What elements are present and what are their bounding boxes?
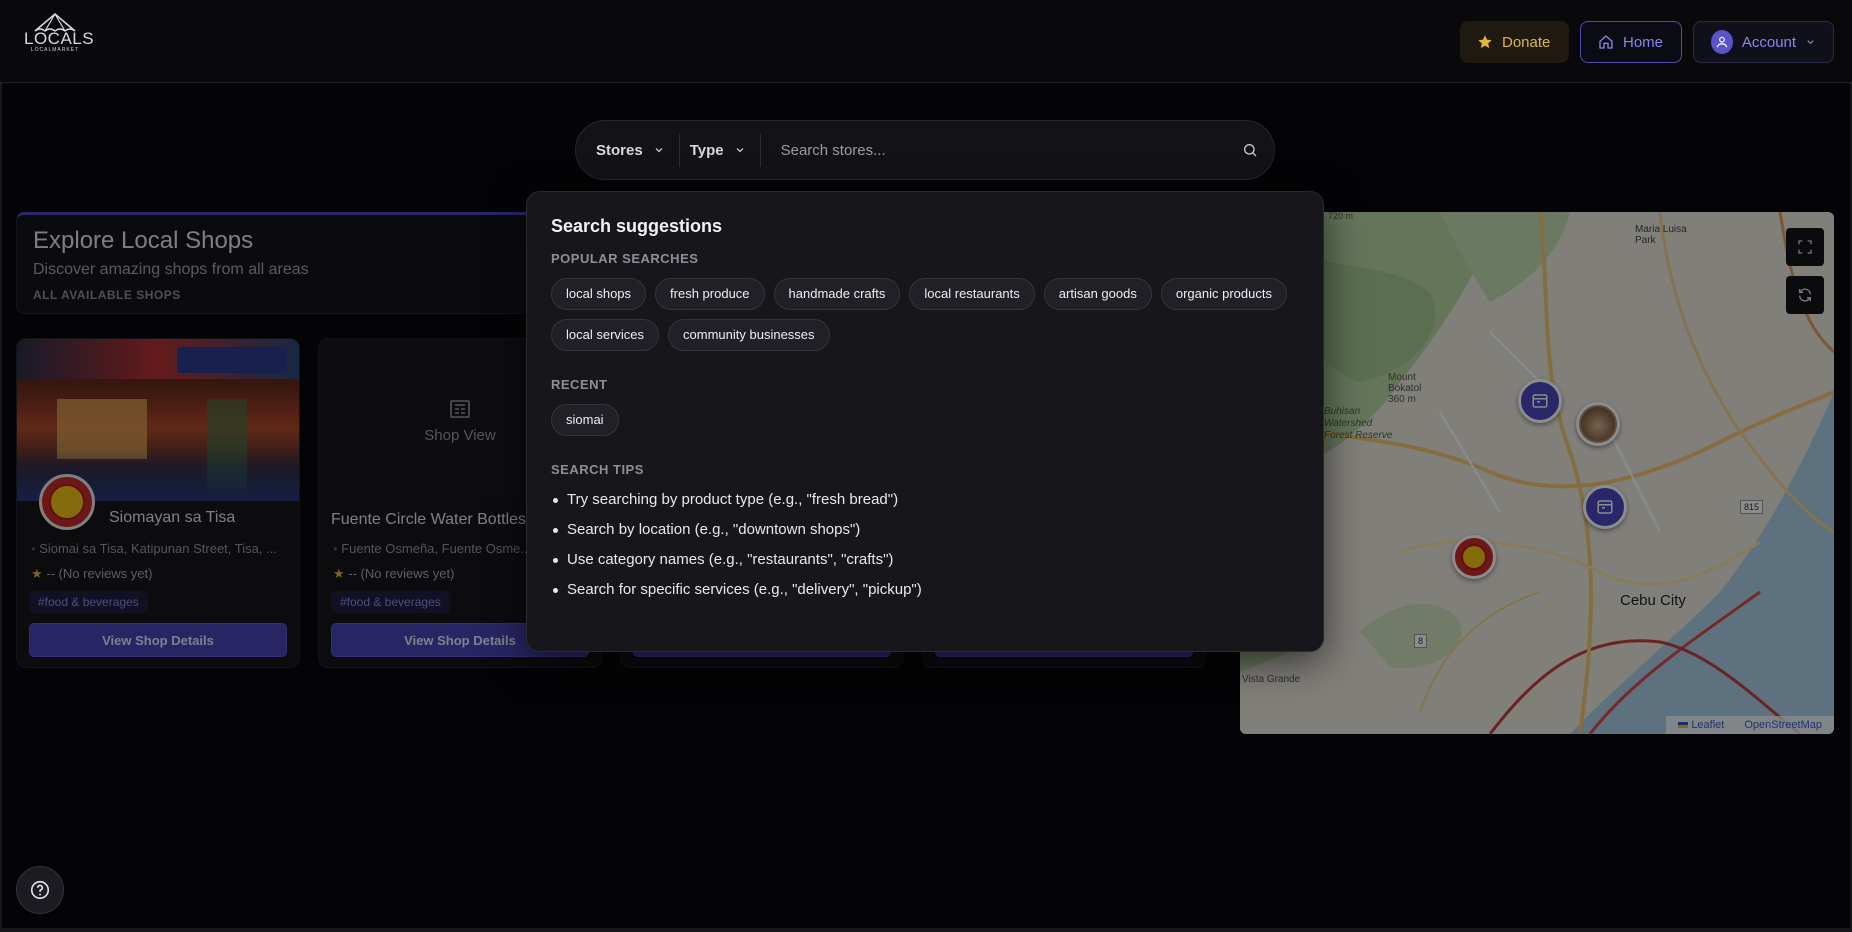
brand-subtitle: LOCALMARKET [30, 47, 80, 53]
fullscreen-icon [1798, 240, 1812, 254]
cat-avatar-icon [1581, 407, 1615, 441]
star-icon: ★ [333, 566, 345, 581]
shop-name[interactable]: Siomayan sa Tisa [109, 509, 235, 527]
map-attribution: Leaflet OpenStreetMap [1666, 716, 1834, 734]
search-tips-list: Try searching by product type (e.g., "fr… [551, 485, 1299, 605]
explore-header-card: Explore Local Shops Discover amazing sho… [16, 212, 546, 314]
type-dropdown-label: Type [689, 141, 724, 159]
fullscreen-button[interactable] [1786, 228, 1824, 266]
home-label: Home [1623, 33, 1664, 51]
map-place-label: Maria Luisa Park [1635, 224, 1687, 246]
store-map-marker[interactable] [1583, 485, 1627, 529]
brand-logo[interactable]: LOCALS LOCALMARKET [24, 12, 95, 72]
search-bar: Stores Type [575, 120, 1275, 180]
search-tip: Search for specific services (e.g., "del… [551, 575, 1299, 605]
map-city-label: Cebu City [1620, 592, 1686, 609]
popular-search-chip[interactable]: organic products [1160, 278, 1287, 310]
star-icon: ★ [31, 566, 43, 581]
popular-searches-label: POPULAR SEARCHES [551, 251, 699, 266]
shop-logo-image [39, 474, 95, 530]
popular-search-chip[interactable]: handmade crafts [773, 278, 901, 310]
search-tips-label: SEARCH TIPS [551, 462, 644, 477]
shop-address: • Siomai sa Tisa, Katipunan Street, Tisa… [31, 541, 277, 556]
refresh-icon [1799, 288, 1811, 302]
search-suggestions-panel: Search suggestions POPULAR SEARCHES loca… [526, 191, 1324, 652]
category-tag[interactable]: #food & beverages [29, 591, 148, 613]
shop-rating: ★ -- (No reviews yet) [31, 566, 153, 581]
help-icon [30, 880, 50, 900]
shop-card[interactable]: Siomayan sa Tisa • Siomai sa Tisa, Katip… [16, 338, 300, 668]
map-place-label: Mount Bokatol 360 m [1388, 372, 1422, 405]
chevron-down-icon [1807, 40, 1814, 45]
explore-title: Explore Local Shops [33, 227, 254, 254]
popular-search-chip[interactable]: local shops [551, 278, 647, 310]
account-label: Account [1741, 33, 1797, 51]
shop-name[interactable]: Fuente Circle Water Bottles [331, 511, 526, 529]
shop-view-label: Shop View [424, 426, 496, 444]
shop-address: • Fuente Osmeña, Fuente Osme... [333, 541, 532, 556]
top-header: LOCALS LOCALMARKET Donate Home Account [0, 0, 1852, 83]
help-button[interactable] [16, 866, 64, 914]
store-icon [1532, 394, 1548, 408]
popular-search-chip[interactable]: local services [551, 319, 660, 351]
map-place-label: Vista Grande [1242, 674, 1301, 685]
recent-search-chip[interactable]: siomai [551, 404, 619, 436]
popular-searches-list: local shops fresh produce handmade craft… [551, 278, 1311, 351]
search-tip: Use category names (e.g., "restaurants",… [551, 545, 1299, 575]
popular-search-chip[interactable]: local restaurants [909, 278, 1035, 310]
openstreetmap-link[interactable]: OpenStreetMap [1744, 719, 1822, 731]
search-tip: Search by location (e.g., "downtown shop… [551, 515, 1299, 545]
map-road-marker: 8 [1414, 634, 1428, 648]
search-input[interactable] [760, 130, 1226, 170]
explore-tag: ALL AVAILABLE SHOPS [33, 288, 181, 302]
store-map-marker[interactable] [1518, 379, 1562, 423]
stores-dropdown-label: Stores [596, 141, 643, 159]
search-icon [1244, 144, 1257, 157]
suggestions-title: Search suggestions [551, 216, 723, 236]
leaflet-link[interactable]: Leaflet [1678, 719, 1724, 731]
stores-dropdown[interactable]: Stores [582, 130, 679, 170]
view-shop-details-button[interactable]: View Shop Details [29, 623, 287, 657]
donate-button[interactable]: Donate [1460, 21, 1569, 63]
popular-search-chip[interactable]: artisan goods [1043, 278, 1152, 310]
map-place-label: 720 m [1328, 212, 1354, 221]
user-location-marker[interactable] [1576, 402, 1620, 446]
popular-search-chip[interactable]: fresh produce [655, 278, 765, 310]
store-map[interactable]: Cebu City Maria Luisa Park Mount Bokatol… [1240, 212, 1834, 734]
map-place-label: Buhisan Watershed Forest Reserve [1324, 406, 1393, 441]
map-tiles [1240, 212, 1834, 734]
home-icon [1599, 35, 1613, 49]
store-icon [1597, 500, 1613, 514]
newspaper-icon [450, 399, 470, 418]
popular-search-chip[interactable]: community businesses [668, 319, 830, 351]
recent-searches-list: siomai [551, 404, 1311, 436]
shop-logo-marker[interactable] [1452, 535, 1496, 579]
category-tag[interactable]: #food & beverages [331, 591, 450, 613]
search-tip: Try searching by product type (e.g., "fr… [551, 485, 1299, 515]
map-road-marker: 815 [1740, 500, 1764, 514]
account-menu-button[interactable]: Account [1693, 21, 1834, 63]
brand-name: LOCALS [24, 29, 95, 48]
home-button[interactable]: Home [1580, 21, 1682, 63]
shop-rating: ★ -- (No reviews yet) [333, 566, 455, 581]
refresh-map-button[interactable] [1786, 276, 1824, 314]
donate-label: Donate [1502, 33, 1551, 51]
user-avatar-icon [1711, 30, 1733, 54]
shop-logo-icon [1461, 544, 1487, 570]
star-icon [1478, 35, 1492, 49]
recent-label: RECENT [551, 377, 608, 392]
explore-subtitle: Discover amazing shops from all areas [33, 261, 309, 278]
search-submit-button[interactable] [1226, 142, 1274, 158]
chevron-down-icon [655, 148, 663, 153]
chevron-down-icon [736, 148, 744, 153]
type-dropdown[interactable]: Type [680, 130, 760, 170]
